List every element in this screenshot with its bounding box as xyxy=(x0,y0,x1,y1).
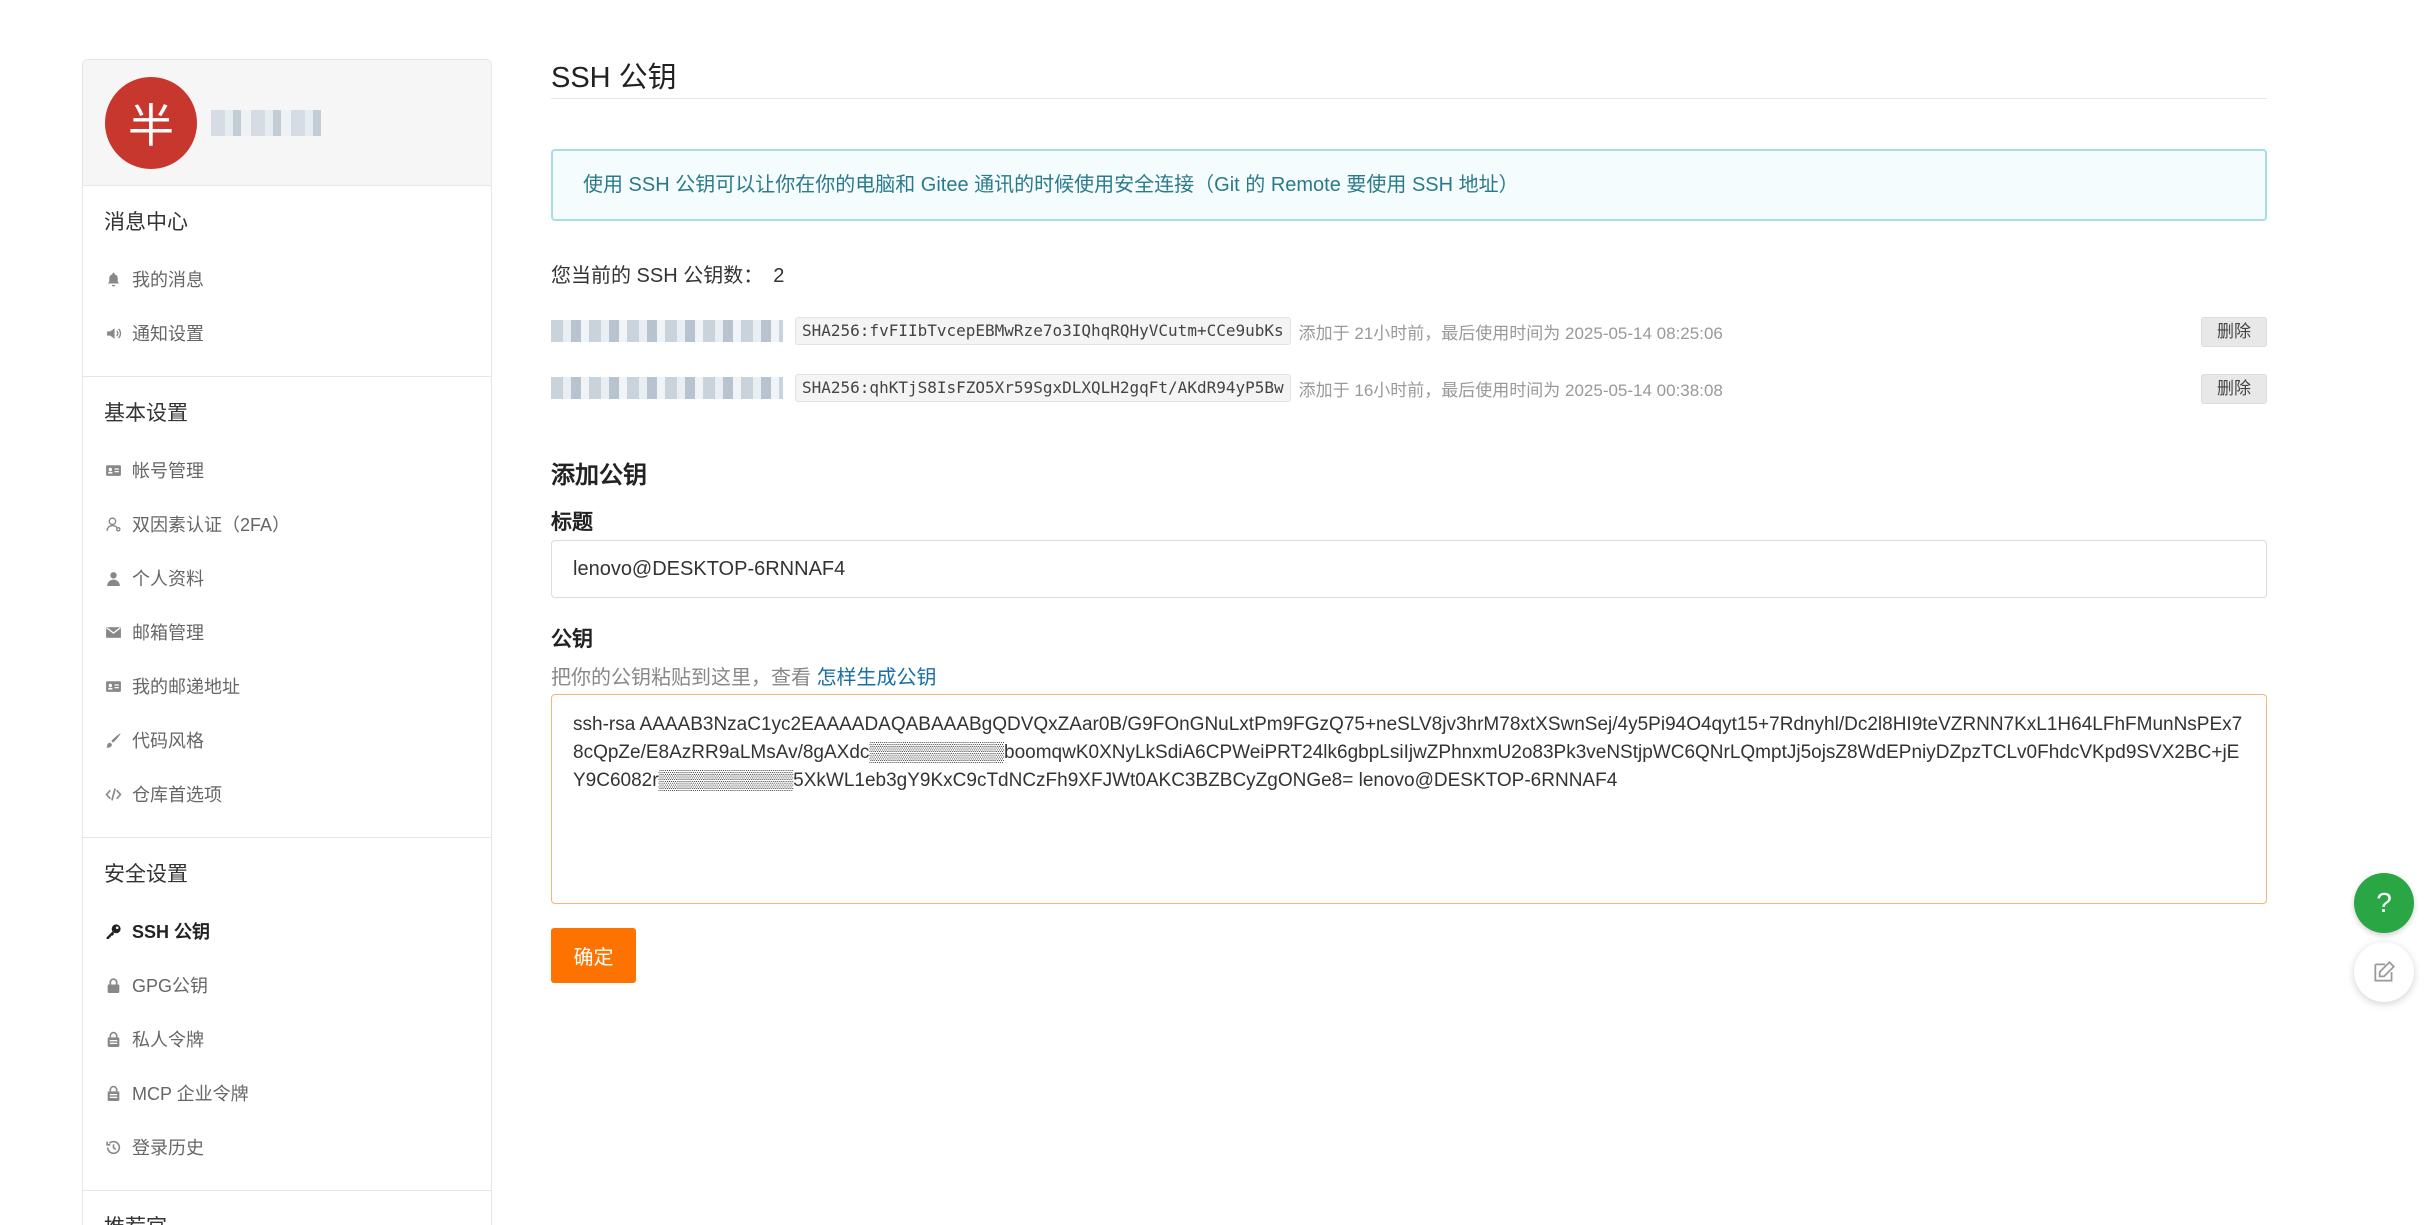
token-icon xyxy=(104,1084,122,1102)
sidebar-item-label: 私人令牌 xyxy=(132,1030,204,1050)
sidebar-item[interactable]: GPG公钥 xyxy=(83,958,491,1012)
public-key-textarea[interactable]: ssh-rsa AAAAB3NzaC1yc2EAAAADAQABAAABgQDV… xyxy=(551,694,2267,904)
sidebar-item[interactable]: 我的消息 xyxy=(83,252,491,306)
username-blurred[interactable] xyxy=(211,109,321,136)
avatar[interactable]: 半 xyxy=(105,76,197,169)
sidebar-item-label: 仓库首选项 xyxy=(132,785,222,805)
key-row: SHA256:fvFIIbTvcepEBMwRze7o3IQhqRQHyVCut… xyxy=(551,315,2267,347)
sidebar-item[interactable]: MCP 企业令牌 xyxy=(83,1066,491,1120)
key-count-value: 2 xyxy=(773,265,785,287)
sidebar-item[interactable]: 我的邮递地址 xyxy=(83,659,491,713)
sidebar-item[interactable]: SSH 公钥 xyxy=(83,904,491,958)
key-title-blurred xyxy=(551,377,783,399)
sidebar-group: 安全设置 SSH 公钥 GPG公钥私人令牌 MCP 企业令牌 登录历史 xyxy=(83,838,491,1191)
feedback-button[interactable] xyxy=(2354,942,2414,1002)
sidebar-item-label: SSH 公钥 xyxy=(132,922,211,942)
key-meta: 添加于 21小时前，最后使用时间为 2025-05-14 08:25:06 xyxy=(1298,323,1723,343)
bell-icon xyxy=(104,270,122,288)
key-title-blurred xyxy=(551,320,783,342)
help-button[interactable]: ? xyxy=(2354,873,2414,933)
sidebar-item[interactable]: 邮箱管理 xyxy=(83,605,491,659)
key-count: 您当前的 SSH 公钥数： 2 xyxy=(551,259,784,288)
question-icon: ? xyxy=(2376,887,2392,918)
sidebar-item-label: 个人资料 xyxy=(132,569,204,589)
key-hint: 把你的公钥粘贴到这里，查看 怎样生成公钥 xyxy=(551,661,937,690)
sidebar-group: 消息中心我的消息通知设置 xyxy=(83,186,491,377)
sidebar-item[interactable]: 个人资料 xyxy=(83,551,491,605)
brush-icon xyxy=(104,731,122,749)
sidebar-item-label: 双因素认证（2FA） xyxy=(132,515,291,535)
key-fingerprint: SHA256:fvFIIbTvcepEBMwRze7o3IQhqRQHyVCut… xyxy=(795,317,1291,345)
sidebar-item-label: 登录历史 xyxy=(132,1138,204,1158)
sidebar-item-label: GPG公钥 xyxy=(132,976,209,996)
sidebar-group: 推荐官 xyxy=(83,1191,491,1225)
delete-key-button[interactable]: 删除 xyxy=(2201,374,2267,404)
sidebar-item-label: MCP 企业令牌 xyxy=(132,1084,249,1104)
sidebar-group-title: 消息中心 xyxy=(104,211,188,234)
edit-icon xyxy=(2374,961,2395,982)
key-hint-text: 把你的公钥粘贴到这里，查看 xyxy=(551,667,817,689)
sidebar-item[interactable]: 帐号管理 xyxy=(83,443,491,497)
lock-icon xyxy=(104,976,122,994)
how-to-generate-key-link[interactable]: 怎样生成公钥 xyxy=(817,667,937,689)
sidebar-group-title: 推荐官 xyxy=(83,1213,491,1225)
id-card-icon xyxy=(104,461,122,479)
title-divider xyxy=(551,98,2267,99)
envelope-icon xyxy=(104,623,122,641)
id-card-icon xyxy=(104,677,122,695)
delete-key-button[interactable]: 删除 xyxy=(2201,317,2267,347)
key-meta: 添加于 16小时前，最后使用时间为 2025-05-14 00:38:08 xyxy=(1298,380,1723,400)
token-icon xyxy=(104,1030,122,1048)
page-title: SSH 公钥 xyxy=(551,62,677,94)
sidebar-item[interactable]: 私人令牌 xyxy=(83,1012,491,1066)
sidebar-item-label: 通知设置 xyxy=(132,324,204,344)
speaker-icon xyxy=(104,324,122,342)
sidebar-group-title: 安全设置 xyxy=(104,863,188,886)
sidebar-group-title: 基本设置 xyxy=(104,402,188,425)
settings-sidebar: 半 消息中心我的消息通知设置基本设置帐号管理双因素认证（2FA） 个人资料邮箱管理… xyxy=(82,59,492,1225)
sidebar-item[interactable]: 登录历史 xyxy=(83,1120,491,1174)
info-banner: 使用 SSH 公钥可以让你在你的电脑和 Gitee 通讯的时候使用安全连接（Gi… xyxy=(551,149,2267,221)
sidebar-groups: 消息中心 我的消息 通知设置 基本设置 帐号管理 双因素认证（2FA） 个人资料 邮箱管理 我的… xyxy=(83,186,491,1225)
key-icon xyxy=(104,922,122,940)
sidebar-item-label: 代码风格 xyxy=(132,731,204,751)
sidebar-item[interactable]: 代码风格 xyxy=(83,713,491,767)
key-count-label: 您当前的 SSH 公钥数： xyxy=(551,265,764,287)
sidebar-item-label: 帐号管理 xyxy=(132,461,204,481)
user-icon xyxy=(104,569,122,587)
sidebar-item-label: 我的邮递地址 xyxy=(132,677,240,697)
sidebar-item[interactable]: 双因素认证（2FA） xyxy=(83,497,491,551)
key-fingerprint: SHA256:qhKTjS8IsFZO5Xr59SgxDLXQLH2gqFt/A… xyxy=(795,374,1291,402)
title-label: 标题 xyxy=(551,511,593,534)
code-icon xyxy=(104,785,122,803)
confirm-button[interactable]: 确定 xyxy=(551,928,636,983)
sidebar-item[interactable]: 通知设置 xyxy=(83,306,491,360)
profile-header: 半 xyxy=(83,60,491,186)
sidebar-item-label: 邮箱管理 xyxy=(132,623,204,643)
sidebar-item[interactable]: 仓库首选项 xyxy=(83,767,491,821)
key-title-input[interactable] xyxy=(551,540,2267,598)
history-icon xyxy=(104,1138,122,1156)
add-key-heading: 添加公钥 xyxy=(551,462,647,489)
user-outline-icon xyxy=(104,515,122,533)
sidebar-item-label: 我的消息 xyxy=(132,270,204,290)
sidebar-group: 基本设置帐号管理双因素认证（2FA） 个人资料邮箱管理我的邮递地址 代码风格仓库首选… xyxy=(83,377,491,838)
key-row: SHA256:qhKTjS8IsFZO5Xr59SgxDLXQLH2gqFt/A… xyxy=(551,372,2267,404)
key-label: 公钥 xyxy=(551,628,593,651)
